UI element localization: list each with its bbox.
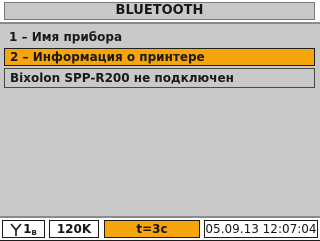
datetime-display: 05.09.13 12:07:04 (204, 220, 318, 238)
timer-indicator: t=3c (104, 220, 200, 238)
menu-item-printer-info[interactable]: 2 – Информация о принтере (4, 48, 315, 66)
title-bar: BLUETOOTH (0, 0, 320, 24)
menu-item-device-name[interactable]: 1 – Имя прибора (9, 30, 122, 44)
screen-title: BLUETOOTH (4, 2, 315, 20)
signal-level: 1 (23, 222, 32, 236)
signal-sub: B (31, 229, 37, 237)
device-screen: BLUETOOTH 1 – Имя прибора 2 – Информация… (0, 0, 320, 240)
signal-indicator: 1B (2, 220, 45, 238)
printer-status-message: Bixolon SPP-R200 не подключен (4, 68, 315, 88)
status-bar: 1B 120K t=3c 05.09.13 12:07:04 (0, 216, 320, 240)
antenna-icon (10, 223, 22, 236)
speed-indicator: 120K (49, 220, 99, 238)
